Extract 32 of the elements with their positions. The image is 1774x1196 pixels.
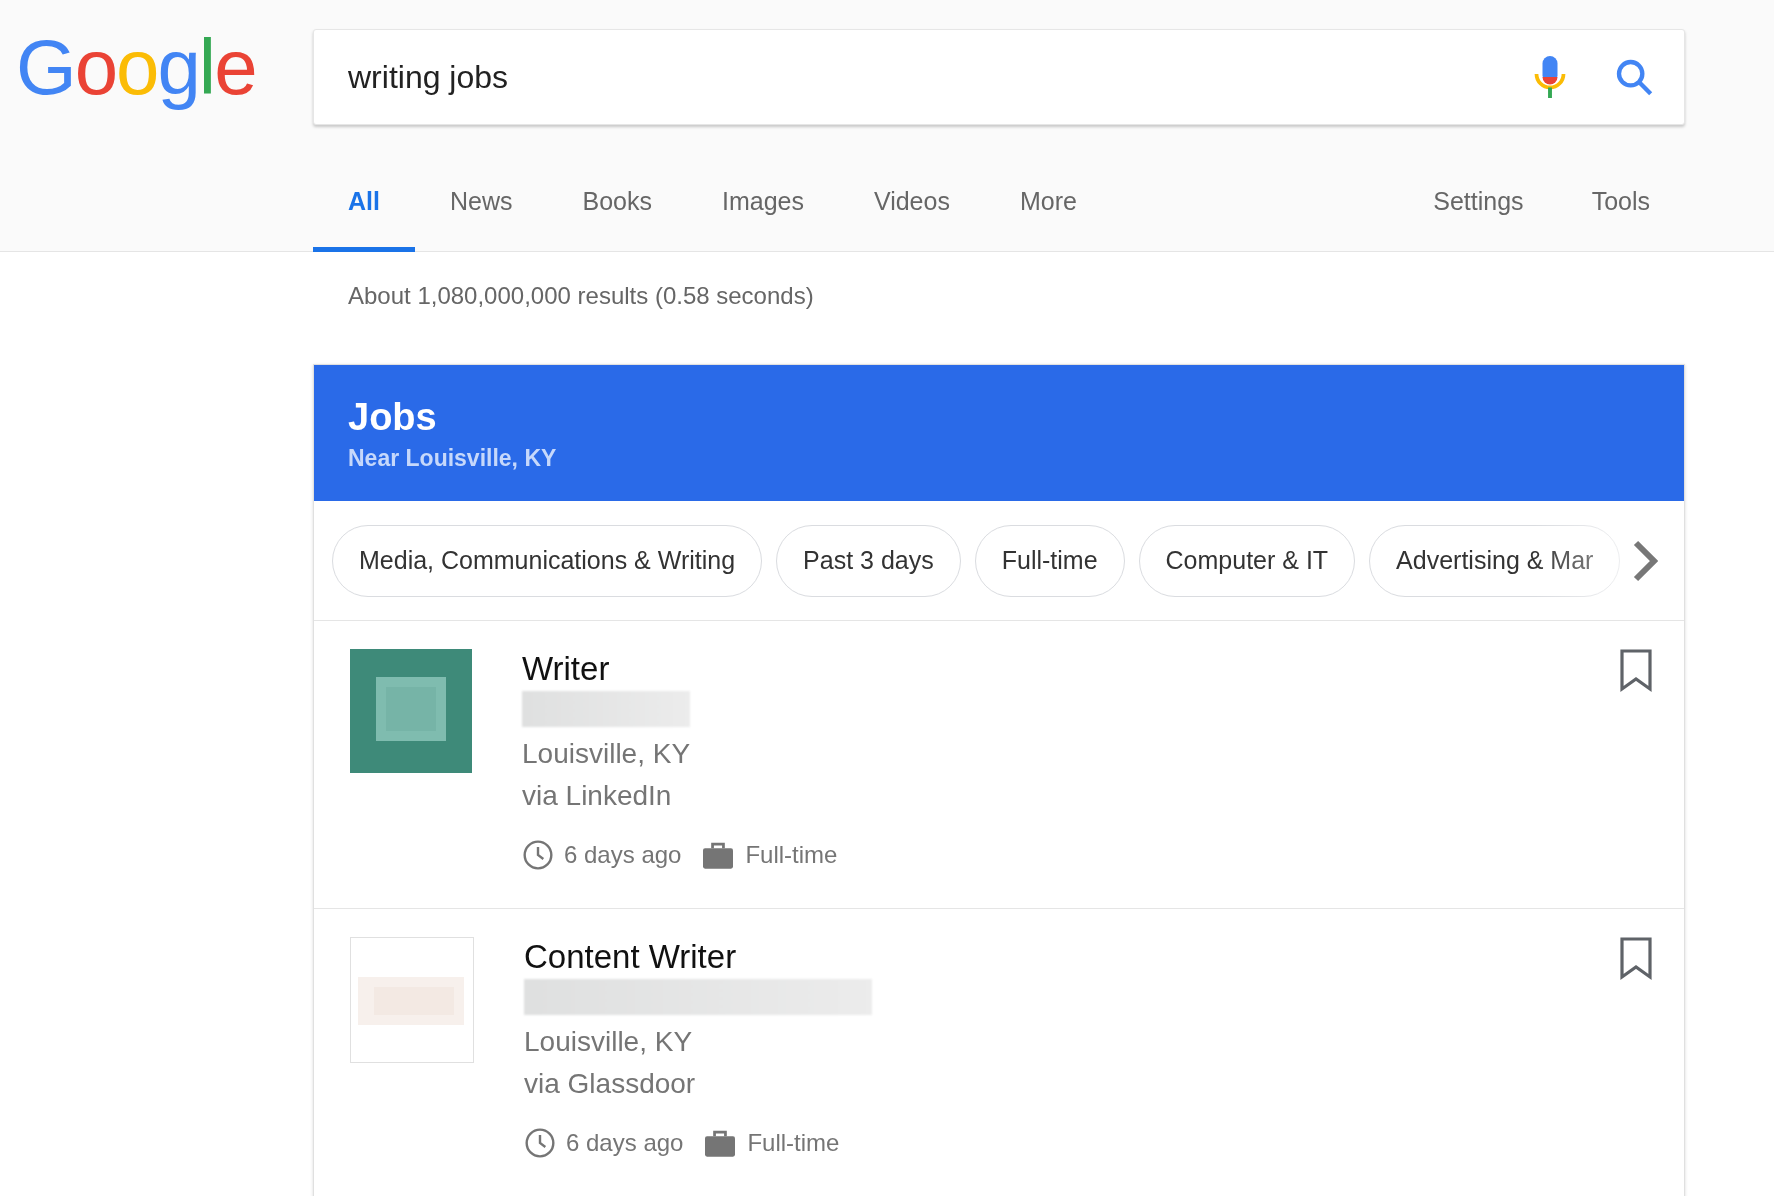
search-input[interactable]: writing jobs <box>348 53 1532 101</box>
search-tab[interactable]: Videos <box>838 172 985 252</box>
clock-icon <box>524 1127 556 1159</box>
job-source: via Glassdoor <box>524 1067 696 1101</box>
search-icon[interactable] <box>1614 57 1654 97</box>
search-field[interactable]: writing jobs <box>313 29 1685 125</box>
posted-time: 6 days ago <box>564 840 682 870</box>
job-title[interactable]: Writer <box>522 649 610 689</box>
job-type: Full-time <box>745 840 838 870</box>
bookmark-icon[interactable] <box>1618 937 1654 981</box>
microphone-icon[interactable] <box>1532 53 1568 101</box>
posted-time: 6 days ago <box>566 1128 684 1158</box>
job-location: Louisville, KY <box>522 737 691 771</box>
tools-link[interactable]: Tools <box>1557 172 1684 252</box>
search-tab[interactable]: News <box>414 172 548 252</box>
chevron-right-icon[interactable] <box>1632 539 1658 583</box>
jobs-title: Jobs <box>348 395 438 440</box>
result-stats: About 1,080,000,000 results (0.58 seconds) <box>348 282 814 309</box>
tools-link[interactable]: Settings <box>1399 172 1558 252</box>
job-type: Full-time <box>747 1128 840 1158</box>
bookmark-icon[interactable] <box>1618 649 1654 693</box>
search-tab[interactable]: Books <box>547 172 687 252</box>
briefcase-icon <box>701 840 736 870</box>
search-tab[interactable]: Images <box>686 172 839 252</box>
search-tab[interactable]: All <box>313 172 415 252</box>
job-title[interactable]: Content Writer <box>524 937 737 977</box>
briefcase-icon <box>703 1128 738 1158</box>
job-source: via LinkedIn <box>522 779 672 813</box>
jobs-location: Near Louisville, KY <box>348 444 558 473</box>
job-location: Louisville, KY <box>524 1025 693 1059</box>
clock-icon <box>522 839 554 871</box>
search-tab[interactable]: More <box>984 172 1112 252</box>
